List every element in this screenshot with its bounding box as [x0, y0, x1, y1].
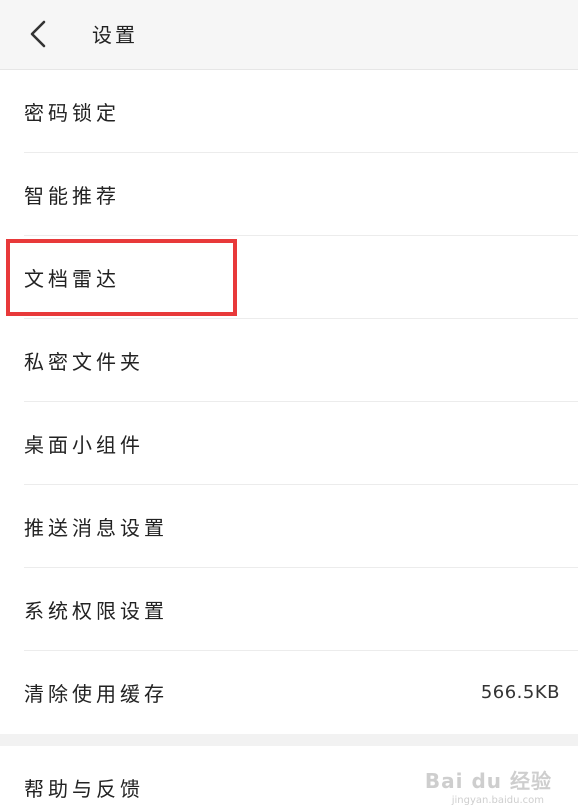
settings-item-private-folder[interactable]: 私密文件夹	[24, 319, 578, 402]
settings-item-label: 密码锁定	[24, 100, 120, 125]
page-title: 设置	[92, 23, 138, 47]
settings-item-clear-cache[interactable]: 清除使用缓存 566.5KB	[24, 651, 578, 734]
settings-item-label: 智能推荐	[24, 183, 120, 208]
back-button[interactable]	[18, 14, 58, 54]
settings-item-label: 桌面小组件	[24, 432, 144, 457]
watermark-url: jingyan.baidu.com	[451, 795, 544, 806]
settings-item-label: 清除使用缓存	[24, 682, 168, 706]
settings-item-label: 私密文件夹	[24, 349, 144, 374]
settings-screen: 设置 密码锁定 智能推荐 文档雷达 私密文件夹 桌面小组件 推送消息设置 系统权…	[0, 0, 578, 808]
section-divider	[0, 734, 578, 746]
settings-item-label: 文档雷达	[24, 266, 120, 291]
settings-item-label: 推送消息设置	[24, 515, 168, 540]
settings-item-label: 系统权限设置	[24, 598, 168, 623]
chevron-left-icon	[30, 20, 46, 48]
settings-item-label: 帮助与反馈	[24, 777, 144, 801]
settings-list: 密码锁定 智能推荐 文档雷达 私密文件夹 桌面小组件 推送消息设置 系统权限设置…	[0, 70, 578, 808]
top-bar: 设置	[0, 0, 578, 70]
settings-item-document-radar[interactable]: 文档雷达	[24, 236, 578, 319]
watermark-logo: Bai du 经验	[424, 769, 552, 793]
settings-item-smart-recommend[interactable]: 智能推荐	[24, 153, 578, 236]
cache-size-value: 566.5KB	[480, 682, 560, 703]
settings-item-system-permissions[interactable]: 系统权限设置	[24, 568, 578, 651]
settings-item-push-notification[interactable]: 推送消息设置	[24, 485, 578, 568]
settings-item-password-lock[interactable]: 密码锁定	[24, 70, 578, 153]
settings-item-desktop-widget[interactable]: 桌面小组件	[24, 402, 578, 485]
